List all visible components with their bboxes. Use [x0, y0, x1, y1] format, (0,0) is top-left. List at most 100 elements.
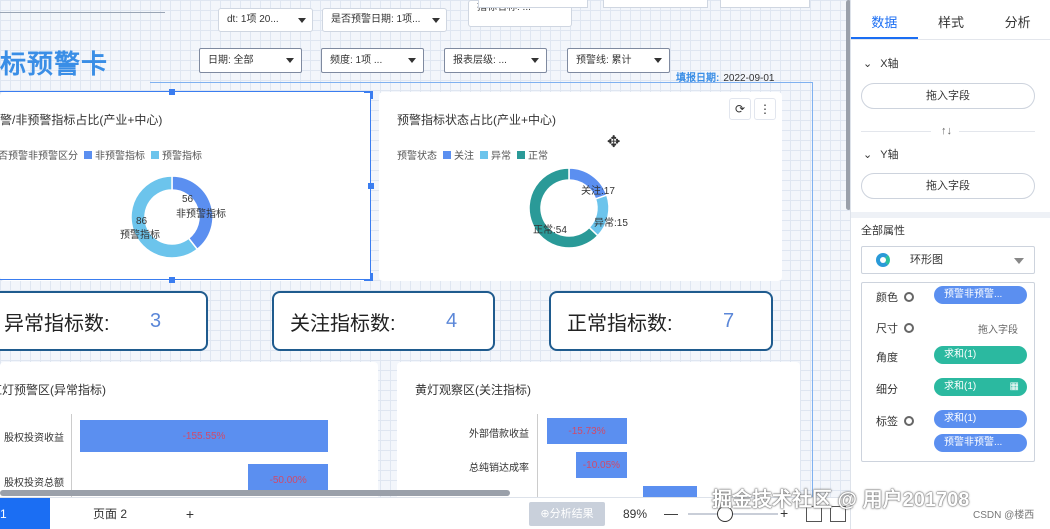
caret-down-icon: [286, 58, 294, 63]
filter-label: 日期: 全部: [208, 55, 254, 66]
toolbar-button[interactable]: [720, 0, 810, 8]
kpi-label: 正常指标数:: [567, 312, 673, 335]
dashboard-canvas: dt: 1项 20... 是否预警日期: 1项... 指标名称: ... 标预警…: [0, 0, 850, 497]
kpi-value: 7: [723, 309, 735, 332]
kpi-attention-count[interactable]: 关注指标数: 4: [272, 291, 495, 351]
section-title: Y轴: [880, 149, 899, 161]
legend-swatch: [443, 150, 451, 159]
top-filter-dt[interactable]: dt: 1项 20...: [218, 8, 313, 32]
label-field-pill[interactable]: 预警非预警...: [934, 434, 1027, 452]
bar[interactable]: -155.55%: [80, 420, 328, 452]
gear-icon[interactable]: [904, 292, 914, 302]
chart-card-status-ratio[interactable]: 预警指标状态占比(产业+中心) ⟳ ⋮ 预警状态 关注 异常 正常 ✥ 关注:1…: [379, 92, 782, 281]
zoom-out-button[interactable]: —: [664, 498, 678, 528]
angle-field-pill[interactable]: 求和(1): [934, 346, 1027, 364]
donut-chart-right[interactable]: 关注:17 异常:15 正常:54: [529, 168, 649, 268]
attr-label: 细分: [876, 384, 898, 396]
page-tab-2[interactable]: 页面 2: [80, 498, 140, 529]
filter-frequency[interactable]: 频度: 1项 ...: [321, 48, 424, 73]
zoom-slider[interactable]: [688, 513, 778, 515]
more-vertical-icon[interactable]: ⋮: [754, 98, 776, 120]
filter-label: dt: 1项 20...: [227, 14, 279, 25]
resize-corner[interactable]: [364, 273, 373, 281]
kpi-normal-count[interactable]: 正常指标数: 7: [549, 291, 773, 351]
y-axis-section[interactable]: ⌄ Y轴: [863, 146, 899, 162]
caret-down-icon: [298, 18, 306, 23]
detail-field-pill[interactable]: 求和(1) ▦: [934, 378, 1027, 396]
legend-label: 正常: [528, 151, 548, 162]
y-axis-drop-zone[interactable]: 拖入字段: [861, 173, 1035, 199]
legend-label: 关注: [454, 151, 474, 162]
all-attributes-title: 全部属性: [861, 225, 905, 237]
property-panel: 数据 样式 分析 ⌄ X轴 拖入字段 ↑↓ ⌄ Y轴 拖入字段 全部属性 环形图 颜…: [850, 0, 1050, 529]
gear-icon[interactable]: [904, 416, 914, 426]
page-tab-1[interactable]: 1: [0, 498, 50, 529]
swap-axes-icon[interactable]: ↑↓: [941, 125, 952, 137]
card-title: 预警指标状态占比(产业+中心): [397, 113, 557, 127]
size-drop-field[interactable]: 拖入字段: [978, 321, 1018, 336]
attr-label: 角度: [876, 352, 898, 364]
tab-analysis[interactable]: 分析: [984, 8, 1050, 39]
chart-type-select[interactable]: 环形图: [861, 246, 1035, 274]
kpi-abnormal-count[interactable]: 异常指标数: 3: [0, 291, 208, 351]
kpi-label: 关注指标数:: [290, 312, 396, 335]
chart-legend: 预警状态 关注 异常 正常: [397, 147, 548, 162]
chart-card-yellow-zone[interactable]: 黄灯观察区(关注指标) 外部借款收益 -15.73% 总纯销达成率 -10.05…: [397, 362, 800, 497]
donut-chart-icon: [876, 253, 890, 267]
bar-category-label: 股权投资收益: [4, 433, 64, 444]
toolbar-button[interactable]: [603, 0, 708, 8]
filter-warning-line[interactable]: 预警线: 累计: [567, 48, 670, 73]
caret-down-icon: [432, 18, 440, 23]
search-icon: ⊕: [540, 508, 550, 520]
legend-item[interactable]: 正常: [517, 147, 548, 162]
attribute-box: 颜色 预警非预警... 尺寸 拖入字段 角度 求和(1) 细分 求和(1) ▦ 标…: [861, 282, 1035, 462]
add-page-button[interactable]: +: [180, 498, 200, 529]
kpi-value: 3: [150, 309, 162, 332]
attr-label: 标签: [876, 413, 914, 429]
color-field-pill[interactable]: 预警非预警...: [934, 286, 1027, 304]
bar[interactable]: -15.73%: [547, 418, 627, 444]
attr-detail: 细分: [876, 381, 898, 397]
attr-label: 标签: [876, 416, 898, 428]
attr-angle: 角度: [876, 349, 898, 365]
data-label: 关注:17: [581, 184, 615, 197]
bar[interactable]: -10.05%: [575, 452, 627, 478]
data-label: 异常:15: [594, 216, 628, 229]
filter-label: 报表层级: ...: [453, 55, 507, 66]
tab-style[interactable]: 样式: [918, 8, 985, 39]
label-field-pill[interactable]: 求和(1): [934, 410, 1027, 428]
kpi-value: 4: [446, 309, 458, 332]
gear-icon[interactable]: [904, 323, 914, 333]
axis-line: [537, 414, 538, 497]
attr-label: 尺寸: [876, 323, 898, 335]
filter-report-level[interactable]: 报表层级: ...: [444, 48, 547, 73]
analysis-result-button[interactable]: ⊕分析结果: [529, 502, 605, 526]
card-title: 黄灯观察区(关注指标): [415, 383, 531, 397]
x-axis-drop-zone[interactable]: 拖入字段: [861, 83, 1035, 109]
resize-corner[interactable]: [364, 91, 373, 99]
tab-data[interactable]: 数据: [851, 8, 918, 39]
x-axis-section[interactable]: ⌄ X轴: [863, 55, 899, 71]
calculator-icon[interactable]: ▦: [1010, 378, 1019, 396]
resize-handle[interactable]: [169, 277, 175, 283]
bar[interactable]: [643, 486, 697, 497]
kpi-label: 异常指标数:: [4, 312, 110, 335]
resize-handle[interactable]: [368, 183, 374, 189]
refresh-icon[interactable]: ⟳: [729, 98, 751, 120]
horizontal-scrollbar[interactable]: [0, 490, 510, 496]
top-filter-warning-date[interactable]: 是否预警日期: 1项...: [322, 8, 447, 32]
chart-type-label: 环形图: [910, 254, 943, 266]
resize-handle[interactable]: [169, 89, 175, 95]
filter-date[interactable]: 日期: 全部: [199, 48, 302, 73]
legend-swatch: [480, 150, 488, 159]
section-title: X轴: [880, 58, 899, 70]
toolbar-button[interactable]: [478, 0, 588, 8]
chart-card-red-zone[interactable]: 红灯预警区(异常指标) 股权投资收益 -155.55% 股权投资总额 -50.0…: [0, 362, 378, 497]
divider: [959, 131, 1035, 132]
selection-border: [0, 91, 371, 280]
legend-item[interactable]: 关注: [443, 147, 474, 162]
divider: [861, 131, 931, 132]
legend-item[interactable]: 异常: [480, 147, 511, 162]
pill-label: 求和(1): [944, 381, 977, 392]
legend-title: 预警状态: [397, 151, 437, 162]
